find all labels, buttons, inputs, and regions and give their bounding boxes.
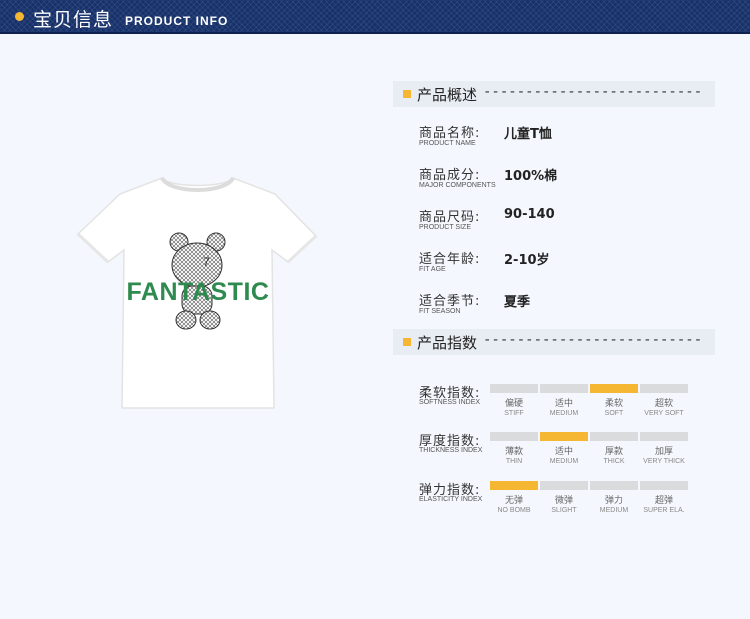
- index-bar: [640, 481, 688, 490]
- index-option: 柔软 SOFT: [590, 384, 638, 420]
- info-label-en: MAJOR COMPONENTS: [419, 182, 496, 189]
- indices-title: 产品指数: [417, 334, 478, 352]
- overview-section-bar: 产品概述 --------------------------: [393, 81, 715, 107]
- index-option: 薄款 THIN: [490, 432, 538, 468]
- option-label-en: VERY SOFT: [644, 410, 684, 417]
- index-bar: [490, 481, 538, 490]
- index-option: 偏硬 STIFF: [490, 384, 538, 420]
- info-row-components: 商品成分: MAJOR COMPONENTS 100%棉: [419, 164, 719, 194]
- index-bar: [590, 432, 638, 441]
- info-value: 100%棉: [504, 169, 558, 184]
- overview-title: 产品概述: [417, 86, 478, 104]
- info-label-cn: 适合季节:: [419, 294, 481, 309]
- info-row-season: 适合季节: FIT SEASON 夏季: [419, 290, 719, 320]
- index-bar: [490, 384, 538, 393]
- index-option: 无弹 NO BOMB: [490, 481, 538, 517]
- indices-section-bar: 产品指数 --------------------------: [393, 329, 715, 355]
- option-label-en: THIN: [505, 458, 523, 465]
- index-scale: 偏硬 STIFF 适中 MEDIUM 柔软 SOFT 超软 VERY SOFT: [490, 384, 690, 420]
- index-label-en: ELASTICITY INDEX: [419, 496, 483, 503]
- info-value: 儿童T恤: [504, 127, 552, 142]
- indices-dashes: --------------------------: [483, 332, 703, 348]
- option-label-cn: 柔软: [604, 399, 623, 409]
- index-bar: [640, 384, 688, 393]
- option-label-cn: 偏硬: [504, 399, 523, 409]
- index-bar: [540, 432, 588, 441]
- section-title-cn: 宝贝信息: [33, 9, 114, 31]
- option-label-cn: 无弹: [504, 496, 523, 506]
- option-label-cn: 加厚: [654, 447, 673, 457]
- info-label-en: PRODUCT SIZE: [419, 224, 471, 231]
- index-bar: [590, 481, 638, 490]
- info-label-en: FIT SEASON: [419, 308, 461, 315]
- info-value: 90-140: [504, 207, 555, 222]
- index-option: 适中 MEDIUM: [540, 384, 588, 420]
- index-option: 厚款 THICK: [590, 432, 638, 468]
- square-bullet-icon: [403, 90, 411, 98]
- index-bar: [540, 384, 588, 393]
- option-label-en: SOFT: [604, 410, 624, 417]
- info-label-cn: 商品名称:: [419, 126, 481, 141]
- info-label-en: PRODUCT NAME: [419, 140, 476, 147]
- info-value: 夏季: [504, 295, 531, 310]
- info-label-cn: 商品成分:: [419, 168, 481, 183]
- index-option: 超软 VERY SOFT: [640, 384, 688, 420]
- info-row-size: 商品尺码: PRODUCT SIZE 90-140: [419, 206, 719, 236]
- info-row-age: 适合年龄: FIT AGE 2-10岁: [419, 248, 719, 278]
- index-bar: [590, 384, 638, 393]
- bullet-dot-icon: [15, 12, 24, 21]
- index-bar: [640, 432, 688, 441]
- index-option: 超弹 SUPER ELA.: [640, 481, 688, 517]
- info-value: 2-10岁: [504, 253, 550, 268]
- index-scale: 无弹 NO BOMB 微弹 SLIGHT 弹力 MEDIUM 超弹 SUPER …: [490, 481, 690, 517]
- index-option: 加厚 VERY THICK: [640, 432, 688, 468]
- option-label-en: SLIGHT: [551, 507, 577, 514]
- info-label-cn: 适合年龄:: [419, 252, 481, 267]
- section-title-en: PRODUCT INFO: [125, 14, 229, 28]
- tshirt-illustration: 7 FANTASTIC: [76, 176, 318, 409]
- option-label-en: STIFF: [504, 410, 524, 417]
- option-label-en: MEDIUM: [599, 507, 629, 514]
- option-label-cn: 弹力: [604, 496, 623, 506]
- index-label-en: THICKNESS INDEX: [419, 447, 483, 454]
- index-option: 弹力 MEDIUM: [590, 481, 638, 517]
- shirt-print-text: FANTASTIC: [127, 278, 270, 306]
- product-image: 7 FANTASTIC: [70, 170, 325, 415]
- option-label-en: MEDIUM: [549, 458, 579, 465]
- index-label-en: SOFTNESS INDEX: [419, 399, 481, 406]
- option-label-cn: 适中: [554, 399, 573, 409]
- index-bar: [490, 432, 538, 441]
- option-label-cn: 超弹: [654, 496, 673, 506]
- index-row-elasticity: 弹力指数: ELASTICITY INDEX 无弹 NO BOMB 微弹 SLI…: [419, 479, 719, 519]
- option-label-en: SUPER ELA.: [643, 507, 685, 514]
- index-option: 微弹 SLIGHT: [540, 481, 588, 517]
- index-row-thickness: 厚度指数: THICKNESS INDEX 薄款 THIN 适中 MEDIUM …: [419, 430, 719, 470]
- option-label-cn: 适中: [554, 447, 573, 457]
- overview-dashes: --------------------------: [483, 84, 703, 100]
- option-label-en: VERY THICK: [643, 458, 685, 465]
- option-label-en: THICK: [603, 458, 625, 465]
- option-label-en: NO BOMB: [497, 507, 531, 514]
- svg-text:7: 7: [203, 255, 210, 269]
- index-option: 适中 MEDIUM: [540, 432, 588, 468]
- option-label-cn: 厚款: [604, 447, 623, 457]
- info-label-cn: 商品尺码:: [419, 210, 481, 225]
- option-label-cn: 薄款: [504, 447, 523, 457]
- option-label-en: MEDIUM: [549, 410, 579, 417]
- option-label-cn: 超软: [654, 399, 673, 409]
- info-label-en: FIT AGE: [419, 266, 446, 273]
- info-row-product-name: 商品名称: PRODUCT NAME 儿童T恤: [419, 122, 719, 152]
- index-bar: [540, 481, 588, 490]
- option-label-cn: 微弹: [554, 496, 573, 506]
- index-scale: 薄款 THIN 适中 MEDIUM 厚款 THICK 加厚 VERY THICK: [490, 432, 690, 468]
- square-bullet-icon: [403, 338, 411, 346]
- section-header: 宝贝信息 PRODUCT INFO: [0, 0, 750, 34]
- index-row-softness: 柔软指数: SOFTNESS INDEX 偏硬 STIFF 适中 MEDIUM …: [419, 382, 719, 422]
